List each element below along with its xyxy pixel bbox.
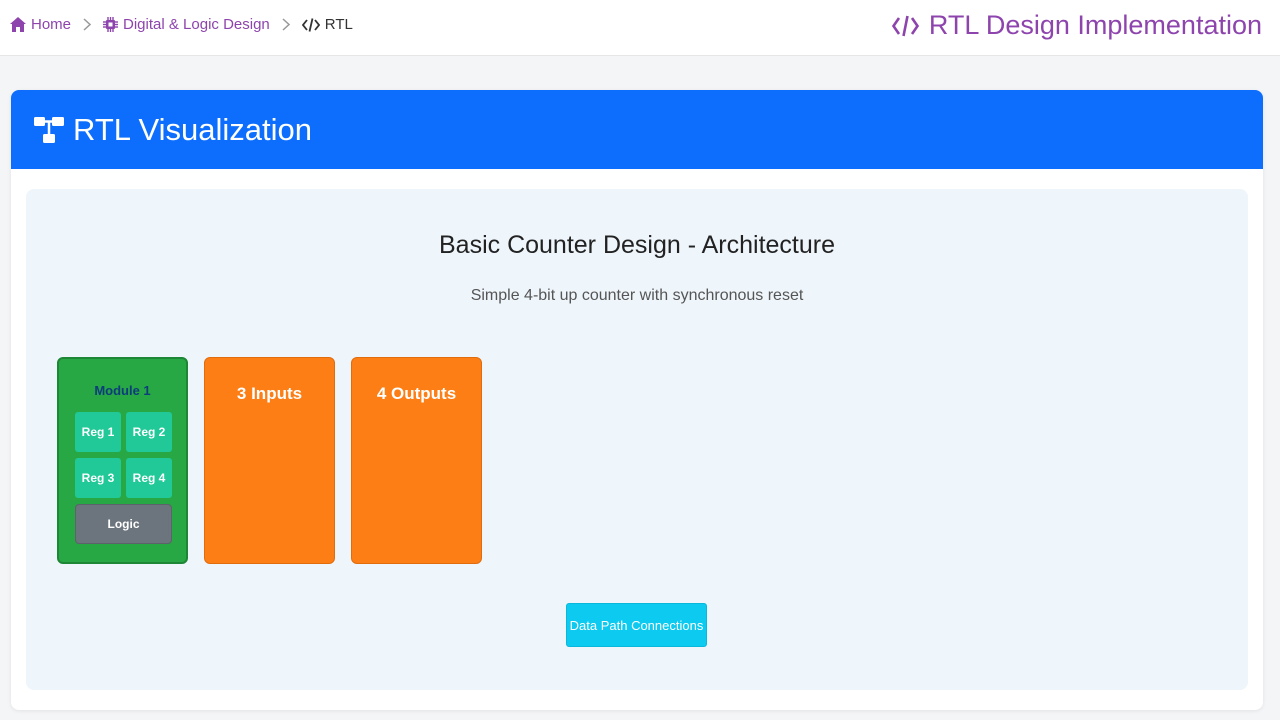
sitemap-icon: [33, 115, 65, 145]
register-1[interactable]: Reg 1: [75, 412, 121, 452]
code-icon: [891, 15, 919, 37]
diagram-panel: Basic Counter Design - Architecture Simp…: [26, 189, 1248, 690]
breadcrumb: Home Digital & Logic Design RTL: [10, 16, 353, 33]
module-label: Module 1: [94, 383, 151, 398]
chevron-right-icon: [83, 18, 92, 31]
chevron-right-icon: [282, 18, 290, 31]
chip-icon: [103, 17, 119, 32]
diagram-title: Basic Counter Design - Architecture: [438, 231, 835, 259]
breadcrumb-section[interactable]: Digital & Logic Design: [103, 16, 270, 33]
register-2[interactable]: Reg 2: [126, 412, 172, 452]
app-title-text: RTL Design Implementation: [928, 10, 1262, 40]
top-bar: Home Digital & Logic Design RTL RTL Desi…: [0, 0, 1280, 56]
app-title: RTL Design Implementation: [891, 10, 1262, 41]
data-path-connections-button[interactable]: Data Path Connections: [566, 603, 707, 647]
outputs-label: 4 Outputs: [376, 384, 457, 403]
logic-block[interactable]: Logic: [75, 504, 172, 544]
outputs-block[interactable]: 4 Outputs: [351, 357, 482, 564]
register-3[interactable]: Reg 3: [75, 458, 121, 498]
inputs-label: 3 Inputs: [236, 384, 303, 403]
diagram-subtitle: Simple 4-bit up counter with synchronous…: [470, 287, 804, 304]
breadcrumb-home-label: Home: [31, 16, 72, 33]
register-4[interactable]: Reg 4: [126, 458, 172, 498]
card-header-title: RTL Visualization: [73, 111, 312, 147]
breadcrumb-section-label: Digital & Logic Design: [123, 16, 270, 33]
breadcrumb-home[interactable]: Home: [10, 16, 71, 33]
code-icon: [301, 17, 320, 32]
breadcrumb-current-label: RTL: [324, 16, 353, 33]
breadcrumb-current: RTL: [301, 16, 353, 33]
module-block[interactable]: Module 1 Reg 1 Reg 2 Reg 3 Reg 4 Logic: [57, 357, 188, 564]
home-icon: [10, 17, 26, 32]
inputs-block[interactable]: 3 Inputs: [204, 357, 335, 564]
card-header: RTL Visualization: [11, 90, 1263, 169]
rtl-visualization-card: RTL Visualization Basic Counter Design -…: [11, 90, 1263, 710]
